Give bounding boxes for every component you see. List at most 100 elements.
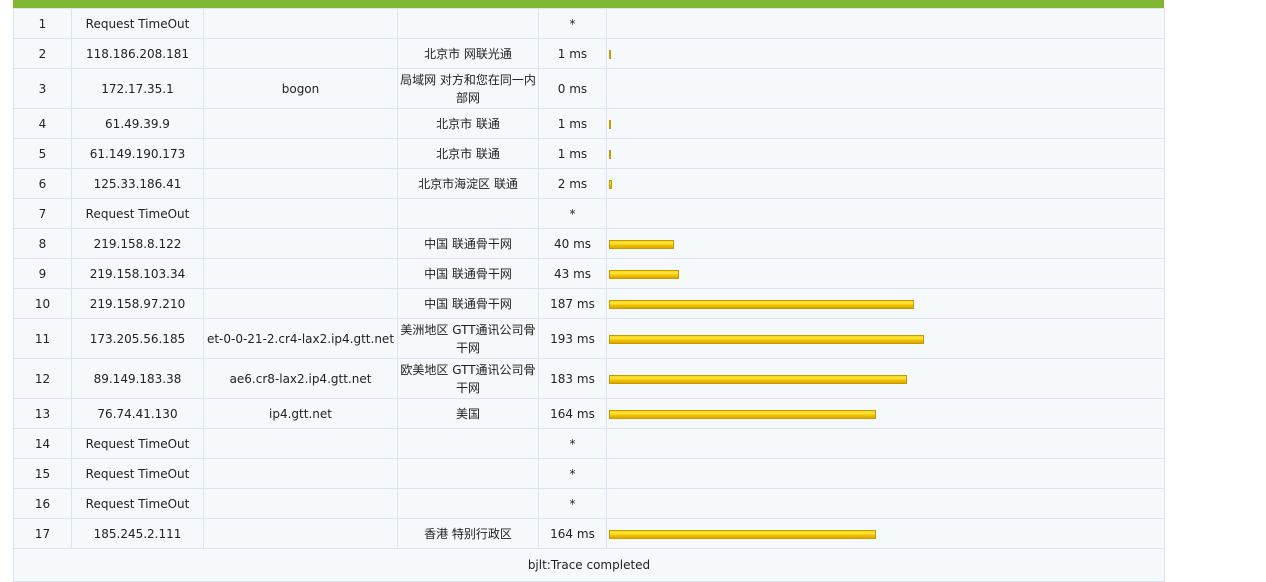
hop-hostname: bogon	[203, 68, 398, 109]
latency-bar-cell	[606, 68, 1165, 109]
hop-location: 欧美地区 GTT通讯公司骨干网	[397, 358, 539, 399]
hop-latency: 1 ms	[538, 38, 607, 69]
latency-bar-cell	[606, 288, 1165, 319]
hop-latency: 1 ms	[538, 138, 607, 169]
table-row: 1 Request TimeOut *	[13, 8, 1165, 39]
hop-number: 2	[13, 38, 72, 69]
latency-bar	[609, 374, 907, 384]
hop-number: 4	[13, 108, 72, 139]
hop-ip: Request TimeOut	[71, 428, 204, 459]
hop-hostname	[203, 198, 398, 229]
hop-location: 北京市海淀区 联通	[397, 168, 539, 199]
hop-latency: 0 ms	[538, 68, 607, 109]
table-row: 3 172.17.35.1 bogon 局域网 对方和您在同一内部网 0 ms	[13, 68, 1165, 109]
table-row: 17 185.245.2.111 香港 特别行政区 164 ms	[13, 518, 1165, 549]
hop-number: 12	[13, 358, 72, 399]
latency-bar-cell	[606, 198, 1165, 229]
hop-number: 8	[13, 228, 72, 259]
hop-location: 中国 联通骨干网	[397, 258, 539, 289]
hop-ip: 125.33.186.41	[71, 168, 204, 199]
hop-number: 13	[13, 398, 72, 429]
table-row: 5 61.149.190.173 北京市 联通 1 ms	[13, 138, 1165, 169]
table-row: 15 Request TimeOut *	[13, 458, 1165, 489]
hop-latency: 164 ms	[538, 398, 607, 429]
table-row: 6 125.33.186.41 北京市海淀区 联通 2 ms	[13, 168, 1165, 199]
hop-location: 北京市 联通	[397, 138, 539, 169]
hop-number: 6	[13, 168, 72, 199]
hop-ip: 185.245.2.111	[71, 518, 204, 549]
hop-number: 3	[13, 68, 72, 109]
hop-list: 1 Request TimeOut * 2 118.186.208.181 北京市 网联光…	[13, 8, 1165, 549]
latency-bar	[609, 179, 612, 189]
hop-location	[397, 8, 539, 39]
hop-ip: 61.49.39.9	[71, 108, 204, 139]
hop-location: 中国 联通骨干网	[397, 288, 539, 319]
hop-location: 中国 联通骨干网	[397, 228, 539, 259]
latency-bar-cell	[606, 488, 1165, 519]
latency-bar	[609, 529, 876, 539]
hop-ip: 219.158.103.34	[71, 258, 204, 289]
hop-ip: Request TimeOut	[71, 8, 204, 39]
table-row: 12 89.149.183.38 ae6.cr8-lax2.ip4.gtt.net 欧…	[13, 358, 1165, 399]
hop-number: 9	[13, 258, 72, 289]
hop-ip: 89.149.183.38	[71, 358, 204, 399]
hop-location: 局域网 对方和您在同一内部网	[397, 68, 539, 109]
hop-latency: *	[538, 428, 607, 459]
hop-ip: 76.74.41.130	[71, 398, 204, 429]
latency-bar	[609, 409, 876, 419]
latency-bar-cell	[606, 138, 1165, 169]
traceroute-table: 1 Request TimeOut * 2 118.186.208.181 北京市 网联光…	[13, 8, 1165, 582]
hop-latency: *	[538, 198, 607, 229]
latency-bar-cell	[606, 398, 1165, 429]
hop-latency: *	[538, 458, 607, 489]
hop-hostname	[203, 518, 398, 549]
latency-bar-cell	[606, 108, 1165, 139]
hop-ip: 118.186.208.181	[71, 38, 204, 69]
hop-latency: 2 ms	[538, 168, 607, 199]
hop-location	[397, 428, 539, 459]
latency-bar-cell	[606, 258, 1165, 289]
latency-bar	[609, 239, 674, 249]
hop-ip: 172.17.35.1	[71, 68, 204, 109]
hop-location: 美洲地区 GTT通讯公司骨干网	[397, 318, 539, 359]
latency-bar	[609, 149, 611, 159]
table-row: 7 Request TimeOut *	[13, 198, 1165, 229]
hop-hostname	[203, 138, 398, 169]
traceroute-panel: 1 Request TimeOut * 2 118.186.208.181 北京市 网联光…	[13, 0, 1165, 582]
hop-ip: 61.149.190.173	[71, 138, 204, 169]
hop-hostname	[203, 108, 398, 139]
hop-latency: *	[538, 8, 607, 39]
hop-hostname	[203, 228, 398, 259]
hop-hostname: et-0-0-21-2.cr4-lax2.ip4.gtt.net	[203, 318, 398, 359]
hop-number: 17	[13, 518, 72, 549]
table-row: 9 219.158.103.34 中国 联通骨干网 43 ms	[13, 258, 1165, 289]
hop-ip: 219.158.8.122	[71, 228, 204, 259]
latency-bar	[609, 269, 679, 279]
table-header-bar	[13, 0, 1164, 8]
hop-hostname: ae6.cr8-lax2.ip4.gtt.net	[203, 358, 398, 399]
table-row: 16 Request TimeOut *	[13, 488, 1165, 519]
hop-number: 1	[13, 8, 72, 39]
table-row: 14 Request TimeOut *	[13, 428, 1165, 459]
hop-latency: 40 ms	[538, 228, 607, 259]
hop-ip: 219.158.97.210	[71, 288, 204, 319]
hop-latency: 164 ms	[538, 518, 607, 549]
hop-number: 10	[13, 288, 72, 319]
hop-hostname	[203, 258, 398, 289]
hop-location	[397, 198, 539, 229]
latency-bar-cell	[606, 428, 1165, 459]
latency-bar	[609, 334, 924, 344]
hop-hostname	[203, 288, 398, 319]
hop-hostname	[203, 8, 398, 39]
latency-bar-cell	[606, 458, 1165, 489]
hop-latency: 193 ms	[538, 318, 607, 359]
table-row: 11 173.205.56.185 et-0-0-21-2.cr4-lax2.ip4…	[13, 318, 1165, 359]
latency-bar-cell	[606, 228, 1165, 259]
hop-latency: 187 ms	[538, 288, 607, 319]
latency-bar-cell	[606, 318, 1165, 359]
latency-bar	[609, 49, 611, 59]
table-row: 4 61.49.39.9 北京市 联通 1 ms	[13, 108, 1165, 139]
latency-bar-cell	[606, 168, 1165, 199]
latency-bar	[609, 119, 611, 129]
hop-location: 北京市 网联光通	[397, 38, 539, 69]
